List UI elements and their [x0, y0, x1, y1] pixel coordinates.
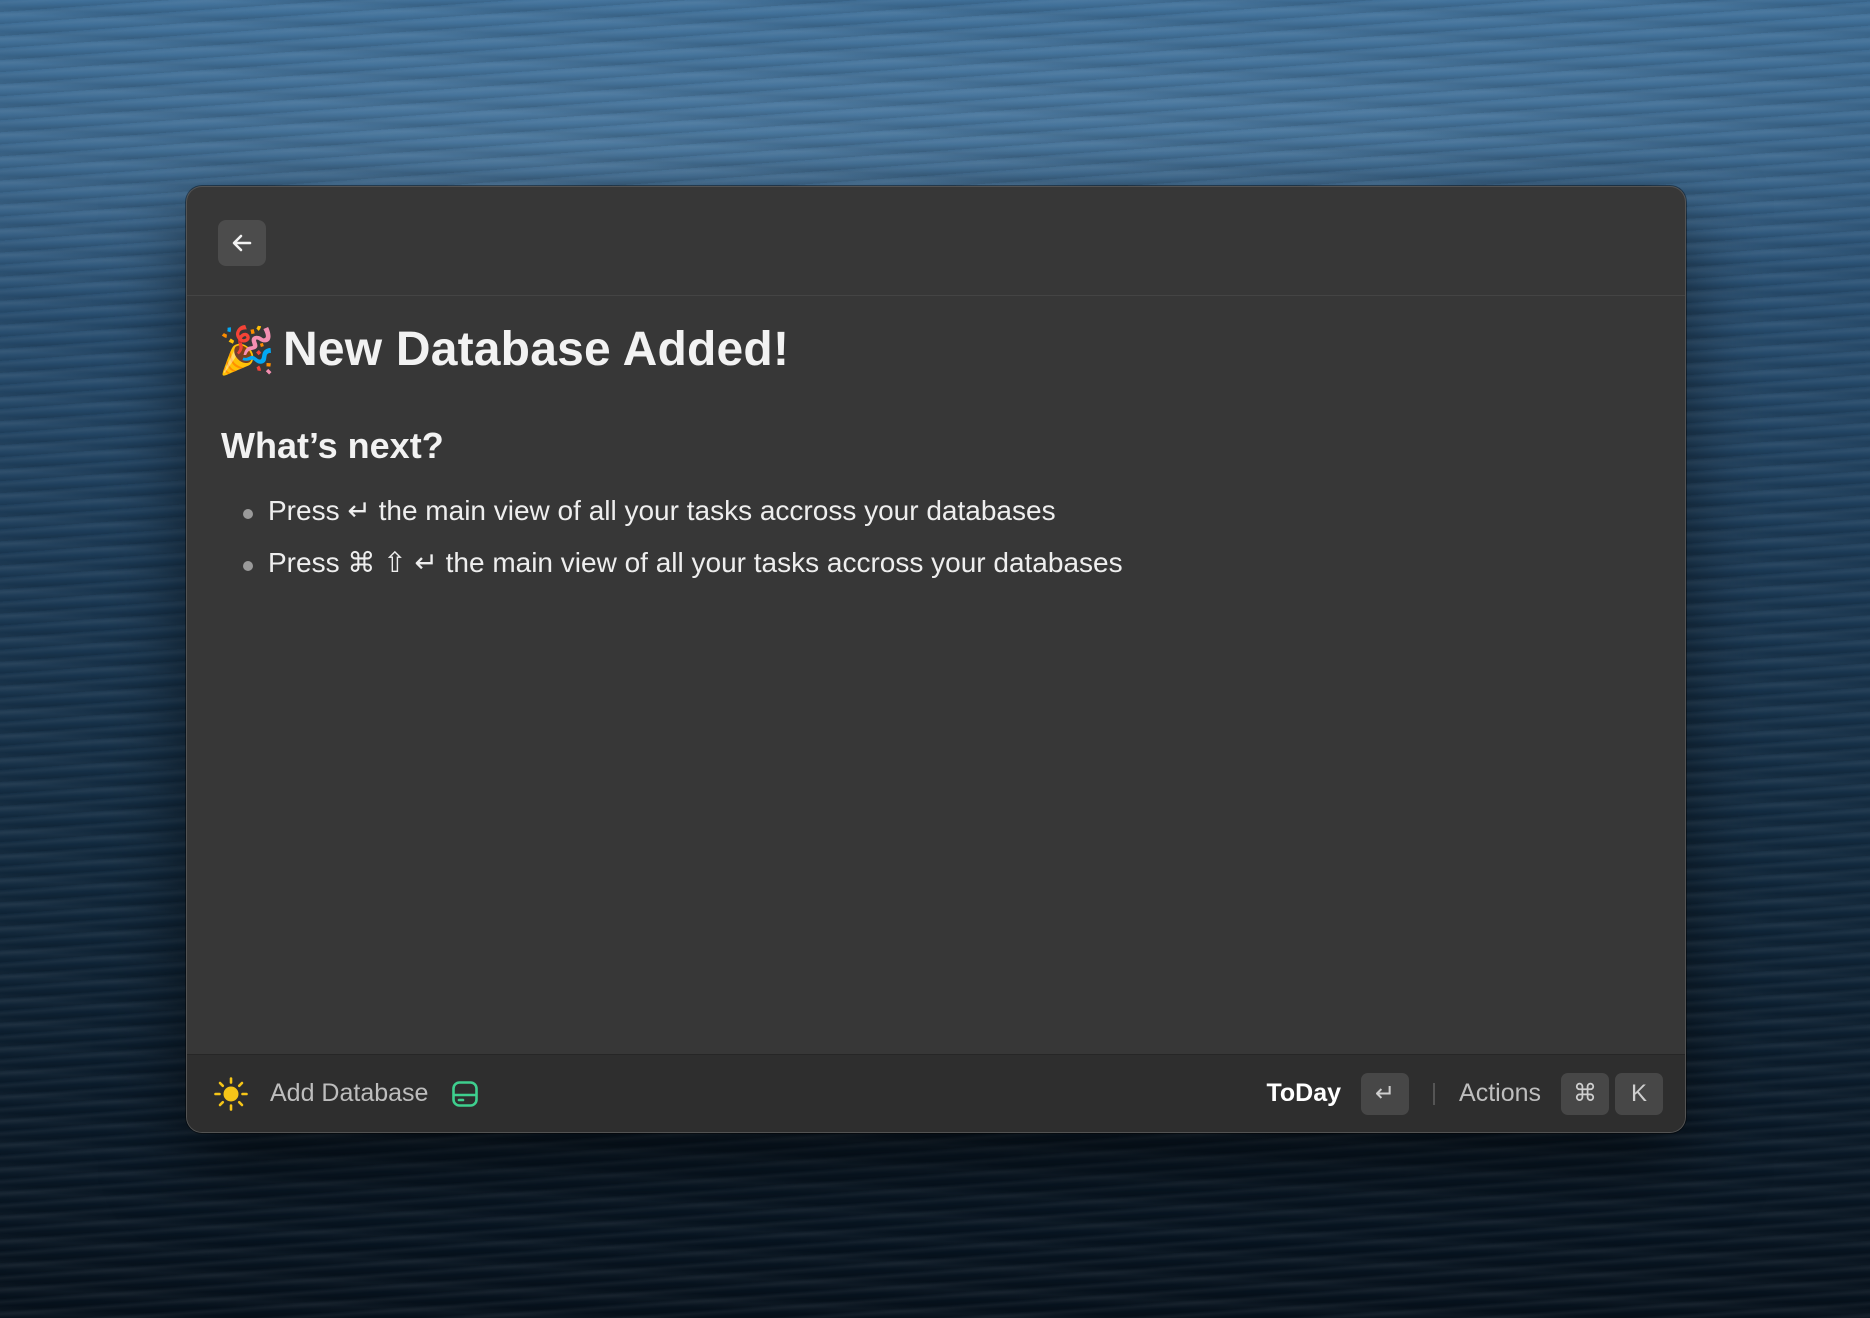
k-key-hint: K [1615, 1072, 1663, 1115]
extension-window: 🎉 New Database Added! What’s next? Press… [186, 186, 1686, 1133]
detail-content: 🎉 New Database Added! What’s next? Press… [187, 296, 1685, 589]
instructions-list: Press ↵ the main view of all your tasks … [221, 485, 1651, 589]
arrow-left-icon [230, 231, 254, 255]
today-action-button[interactable]: ToDay [1266, 1079, 1341, 1108]
action-divider [1433, 1082, 1436, 1105]
database-icon [450, 1079, 480, 1109]
list-item: Press ↵ the main view of all your tasks … [243, 485, 1651, 537]
action-bar-left: Add Database [187, 1075, 480, 1113]
action-bar: Add Database ToDay ↵ Actions ⌘ K [187, 1054, 1685, 1132]
title-row: 🎉 New Database Added! [218, 322, 1651, 377]
action-bar-right: ToDay ↵ Actions ⌘ K [1266, 1072, 1685, 1115]
add-database-label[interactable]: Add Database [270, 1079, 428, 1108]
actions-button[interactable]: Actions [1459, 1079, 1541, 1108]
section-heading: What’s next? [221, 425, 444, 466]
back-button[interactable] [218, 220, 266, 266]
page-title: New Database Added! [283, 323, 790, 376]
command-key-hint: ⌘ [1561, 1072, 1609, 1115]
sun-icon [212, 1075, 250, 1113]
window-topbar [187, 187, 1685, 296]
enter-key-hint: ↵ [1361, 1072, 1410, 1115]
list-item: Press ⌘ ⇧ ↵ the main view of all your ta… [243, 537, 1651, 589]
party-popper-icon: 🎉 [218, 323, 276, 376]
